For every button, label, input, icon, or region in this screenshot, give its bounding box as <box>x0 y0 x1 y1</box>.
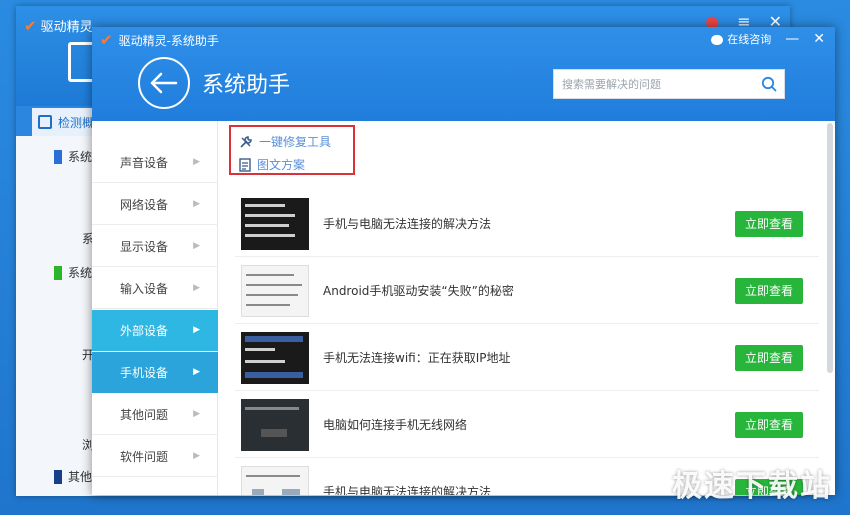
wrench-icon <box>240 135 252 148</box>
sidebar-item-label: 其他问题 <box>120 407 169 422</box>
article-title[interactable]: 手机与电脑无法连接的解决方法 <box>309 215 735 232</box>
online-consult-label: 在线咨询 <box>727 33 772 46</box>
sidebar-item-display[interactable]: 显示设备 ▶ <box>92 226 218 267</box>
sidebar-item-label: 声音设备 <box>120 155 169 170</box>
bg-tab-label: 检测概 <box>58 115 95 130</box>
category-sidebar: 声音设备 ▶ 网络设备 ▶ 显示设备 ▶ 输入设备 ▶ 外部设备 ▶ 手机设备 ▶ 其他问题… <box>92 121 218 495</box>
sidebar-item-label: 软件问题 <box>120 449 169 464</box>
article-thumbnail <box>241 398 309 451</box>
system-assistant-dialog: ✔ 驱动精灵-系统助手 在线咨询 — ✕ 系统助手 搜索需要解决的问题 声音设备… <box>92 27 835 495</box>
article-title[interactable]: 手机无法连接wifi：正在获取IP地址 <box>309 349 735 366</box>
bg-item-system-1: 系统 <box>54 148 92 165</box>
refresh-icon <box>38 115 52 129</box>
watermark-text: 极速下载站 <box>672 469 832 504</box>
tool-label: 图文方案 <box>257 158 306 172</box>
bg-item-marker <box>54 265 62 280</box>
bg-item-label: 其他 <box>68 470 93 484</box>
chevron-right-icon: ▶ <box>193 241 200 251</box>
view-now-button[interactable]: 立即查看 <box>735 277 803 304</box>
view-now-button[interactable]: 立即查看 <box>735 411 803 438</box>
sidebar-item-label: 外部设备 <box>120 323 169 338</box>
sidebar-item-mobile[interactable]: 手机设备 ▶ <box>92 352 218 393</box>
logo-icon: ✔ <box>100 31 113 49</box>
bg-item-label: 系统 <box>68 266 93 280</box>
article-thumbnail <box>241 264 309 317</box>
article-thumbnail <box>241 197 309 250</box>
bg-item-marker <box>54 149 62 164</box>
article-row[interactable]: 手机与电脑无法连接的解决方法 立即查看 <box>235 191 819 257</box>
sidebar-item-label: 网络设备 <box>120 197 169 212</box>
bg-app-logo: ✔ 驱动精灵 <box>24 16 93 36</box>
sidebar-item-label: 手机设备 <box>120 365 169 380</box>
content-scrollbar[interactable] <box>827 123 833 373</box>
article-row[interactable]: 手机无法连接wifi：正在获取IP地址 立即查看 <box>235 325 819 391</box>
window-title: 驱动精灵-系统助手 <box>118 33 219 48</box>
chevron-right-icon: ▶ <box>193 283 200 293</box>
bg-item-system-2: 系统 <box>54 264 92 281</box>
search-icon[interactable] <box>754 69 784 99</box>
bg-app-name: 驱动精灵 <box>40 20 93 35</box>
view-now-button[interactable]: 立即查看 <box>735 344 803 371</box>
chevron-right-icon: ▶ <box>193 367 200 377</box>
close-button[interactable]: ✕ <box>813 31 825 47</box>
article-title[interactable]: 电脑如何连接手机无线网络 <box>309 416 735 433</box>
chevron-right-icon: ▶ <box>193 199 200 209</box>
view-now-button[interactable]: 立即查看 <box>735 210 803 237</box>
sidebar-item-external[interactable]: 外部设备 ▶ <box>92 310 218 351</box>
article-row[interactable]: Android手机驱动安装“失败”的秘密 立即查看 <box>235 258 819 324</box>
article-thumbnail <box>241 331 309 384</box>
article-row[interactable]: 电脑如何连接手机无线网络 立即查看 <box>235 392 819 458</box>
chevron-right-icon: ▶ <box>193 157 200 167</box>
chat-icon <box>711 35 724 45</box>
dialog-titlebar: ✔ 驱动精灵-系统助手 <box>100 31 219 49</box>
bg-item-label: 系统 <box>68 150 93 164</box>
page-title: 系统助手 <box>202 73 291 98</box>
sidebar-item-label: 输入设备 <box>120 281 169 296</box>
article-title[interactable]: Android手机驱动安装“失败”的秘密 <box>309 282 735 299</box>
tool-label: 一键修复工具 <box>259 135 332 149</box>
chevron-right-icon: ▶ <box>193 409 200 419</box>
minimize-button[interactable]: — <box>785 31 799 47</box>
chevron-right-icon: ▶ <box>193 451 200 461</box>
arrow-left-icon <box>150 72 178 94</box>
sidebar-item-software[interactable]: 软件问题 ▶ <box>92 436 218 477</box>
dialog-header: ✔ 驱动精灵-系统助手 在线咨询 — ✕ 系统助手 <box>92 27 835 121</box>
one-click-repair-link[interactable]: 一键修复工具 <box>239 133 331 150</box>
sidebar-item-sound[interactable]: 声音设备 ▶ <box>92 142 218 183</box>
search-box <box>553 69 785 99</box>
search-input[interactable] <box>554 70 754 98</box>
content-panel: 一键修复工具 图文方案 手机与电脑无法连接的解决方法 立即查看 Android手… <box>219 121 827 495</box>
guide-link[interactable]: 图文方案 <box>239 156 305 173</box>
online-consult-link[interactable]: 在线咨询 <box>711 31 771 47</box>
bg-item-other: 其他 <box>54 468 92 485</box>
sidebar-item-label: 显示设备 <box>120 239 169 254</box>
sidebar-item-input[interactable]: 输入设备 ▶ <box>92 268 218 309</box>
article-thumbnail <box>241 465 309 495</box>
back-button[interactable] <box>138 57 190 109</box>
sidebar-item-network[interactable]: 网络设备 ▶ <box>92 184 218 225</box>
chevron-right-icon: ▶ <box>193 325 200 335</box>
sidebar-item-other[interactable]: 其他问题 ▶ <box>92 394 218 435</box>
tool-highlight-box: 一键修复工具 图文方案 <box>229 125 355 175</box>
dialog-window-controls: 在线咨询 — ✕ <box>711 31 825 47</box>
document-icon <box>239 157 251 172</box>
bg-item-marker <box>54 469 62 484</box>
logo-icon: ✔ <box>24 16 37 35</box>
